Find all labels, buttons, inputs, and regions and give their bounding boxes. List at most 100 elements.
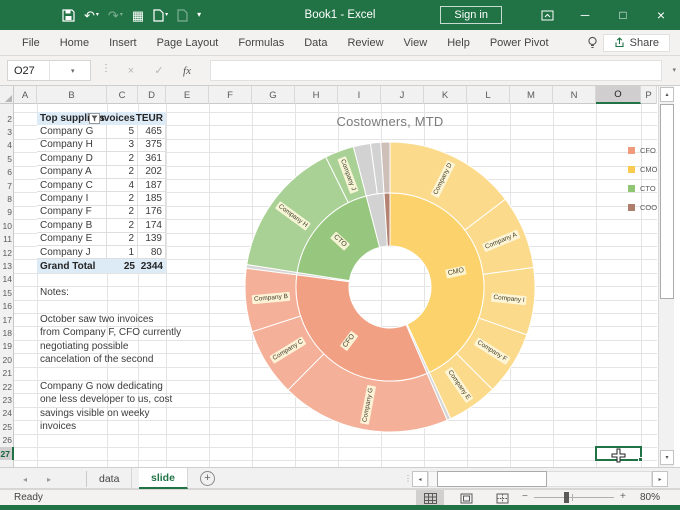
- note-line[interactable]: cancelation of the second: [40, 353, 153, 366]
- table-cell[interactable]: 80: [138, 246, 166, 259]
- document-dropdown-icon[interactable]: ▾: [153, 9, 168, 22]
- ribbon-tab-insert[interactable]: Insert: [99, 30, 147, 56]
- row-header-5[interactable]: 5: [0, 152, 14, 165]
- table-cell[interactable]: 185: [138, 192, 166, 205]
- ribbon-tab-home[interactable]: Home: [50, 30, 99, 56]
- row-header-7[interactable]: 7: [0, 179, 14, 192]
- minimize-icon[interactable]: ─: [566, 0, 604, 30]
- table-cell[interactable]: Company E: [37, 233, 107, 246]
- row-header-10[interactable]: 10: [0, 219, 14, 232]
- note-line[interactable]: invoices: [40, 420, 76, 433]
- table-cell[interactable]: Company A: [37, 166, 107, 179]
- row-header-27[interactable]: 27: [0, 447, 14, 460]
- ribbon-tab-formulas[interactable]: Formulas: [228, 30, 294, 56]
- row-header-19[interactable]: 19: [0, 340, 14, 353]
- table-cell[interactable]: 202: [138, 166, 166, 179]
- legend-item-cmo[interactable]: CMO: [628, 165, 658, 174]
- table-cell[interactable]: 4: [107, 179, 138, 192]
- customize-quick-access-toolbar-icon[interactable]: ▾: [197, 11, 201, 19]
- maximize-icon[interactable]: □: [604, 0, 642, 30]
- zoom-out-icon[interactable]: −: [522, 491, 528, 502]
- formula-input[interactable]: [210, 60, 662, 81]
- page-layout-view-icon[interactable]: [452, 490, 480, 506]
- table-cell[interactable]: 3: [107, 139, 138, 152]
- table-cell[interactable]: 25: [107, 259, 138, 272]
- zoom-in-icon[interactable]: +: [620, 491, 626, 502]
- column-header-N[interactable]: N: [553, 86, 596, 104]
- row-header-2[interactable]: 2: [0, 112, 14, 125]
- column-header-A[interactable]: A: [14, 86, 37, 104]
- table-cell[interactable]: TEUR: [138, 112, 166, 125]
- ribbon-tab-file[interactable]: File: [12, 30, 50, 56]
- ribbon-tab-review[interactable]: Review: [337, 30, 393, 56]
- row-header-22[interactable]: 22: [0, 380, 14, 393]
- legend-item-cfo[interactable]: CFO: [628, 146, 658, 155]
- zoom-level[interactable]: 80%: [640, 492, 660, 503]
- table-cell[interactable]: 2: [107, 219, 138, 232]
- ribbon-tab-power-pivot[interactable]: Power Pivot: [480, 30, 559, 56]
- horizontal-scroll-thumb[interactable]: [437, 471, 547, 487]
- table-cell[interactable]: 2: [107, 152, 138, 165]
- ribbon-display-options-icon[interactable]: [528, 0, 566, 30]
- vertical-scroll-thumb[interactable]: [660, 104, 674, 299]
- normal-view-icon[interactable]: [416, 490, 444, 506]
- column-header-B[interactable]: B: [37, 86, 107, 104]
- spreadsheet-grid[interactable]: ABCDEFGHIJKLMNOP234567891011121314151617…: [0, 86, 680, 467]
- table-cell[interactable]: Invoices: [107, 112, 138, 125]
- scroll-down-icon[interactable]: ▾: [660, 450, 674, 465]
- column-header-H[interactable]: H: [295, 86, 338, 104]
- column-header-K[interactable]: K: [424, 86, 467, 104]
- fill-handle[interactable]: [638, 457, 643, 462]
- name-box[interactable]: O27 ▾: [7, 60, 91, 81]
- sunburst-chart[interactable]: [230, 127, 550, 447]
- note-line[interactable]: Notes:: [40, 286, 69, 299]
- scroll-up-icon[interactable]: ▴: [660, 87, 674, 102]
- table-cell[interactable]: 1: [107, 246, 138, 259]
- sign-in-button[interactable]: Sign in: [440, 6, 502, 24]
- table-cell[interactable]: Grand Total: [37, 259, 107, 272]
- table-cell[interactable]: 5: [107, 125, 138, 138]
- sheet-nav-right-icon[interactable]: ▸: [38, 468, 60, 490]
- table-cell[interactable]: Company C: [37, 179, 107, 192]
- ribbon-tab-data[interactable]: Data: [294, 30, 337, 56]
- table-cell[interactable]: Company H: [37, 139, 107, 152]
- column-header-M[interactable]: M: [510, 86, 553, 104]
- share-button[interactable]: Share: [603, 34, 670, 52]
- zoom-slider-thumb[interactable]: [564, 492, 569, 503]
- ribbon-tab-view[interactable]: View: [394, 30, 438, 56]
- column-header-G[interactable]: G: [252, 86, 295, 104]
- table-cell[interactable]: Company I: [37, 192, 107, 205]
- table-cell[interactable]: Company F: [37, 206, 107, 219]
- insert-function-icon[interactable]: fx: [176, 60, 198, 81]
- column-header-O[interactable]: O: [596, 86, 641, 104]
- sheet-tab-data[interactable]: data: [87, 468, 132, 489]
- select-all-button[interactable]: [0, 86, 14, 104]
- note-line[interactable]: savings visible on weeky: [40, 407, 150, 420]
- ribbon-tab-page-layout[interactable]: Page Layout: [147, 30, 229, 56]
- table-cell[interactable]: 2: [107, 233, 138, 246]
- close-icon[interactable]: ×: [642, 0, 680, 30]
- column-header-P[interactable]: P: [641, 86, 657, 104]
- note-line[interactable]: one less developer to us, cost: [40, 393, 172, 406]
- row-header-18[interactable]: 18: [0, 326, 14, 339]
- column-header-E[interactable]: E: [166, 86, 209, 104]
- row-header-14[interactable]: 14: [0, 273, 14, 286]
- column-header-I[interactable]: I: [338, 86, 381, 104]
- tab-split-handle[interactable]: ⋮: [404, 474, 412, 483]
- filter-icon[interactable]: [89, 113, 100, 124]
- note-line[interactable]: Company G now dedicating: [40, 380, 163, 393]
- row-header-17[interactable]: 17: [0, 313, 14, 326]
- note-line[interactable]: negotiating possible: [40, 340, 128, 353]
- undo-icon[interactable]: ↶▾: [84, 9, 99, 22]
- row-header-21[interactable]: 21: [0, 367, 14, 380]
- row-header-16[interactable]: 16: [0, 300, 14, 313]
- horizontal-scrollbar[interactable]: [428, 471, 652, 487]
- row-header-12[interactable]: 12: [0, 246, 14, 259]
- table-cell[interactable]: 465: [138, 125, 166, 138]
- column-header-F[interactable]: F: [209, 86, 252, 104]
- table-cell[interactable]: 187: [138, 179, 166, 192]
- row-header-4[interactable]: 4: [0, 139, 14, 152]
- column-header-D[interactable]: D: [138, 86, 166, 104]
- name-box-dropdown-icon[interactable]: ▾: [49, 61, 91, 80]
- legend-item-coo[interactable]: COO: [628, 203, 658, 212]
